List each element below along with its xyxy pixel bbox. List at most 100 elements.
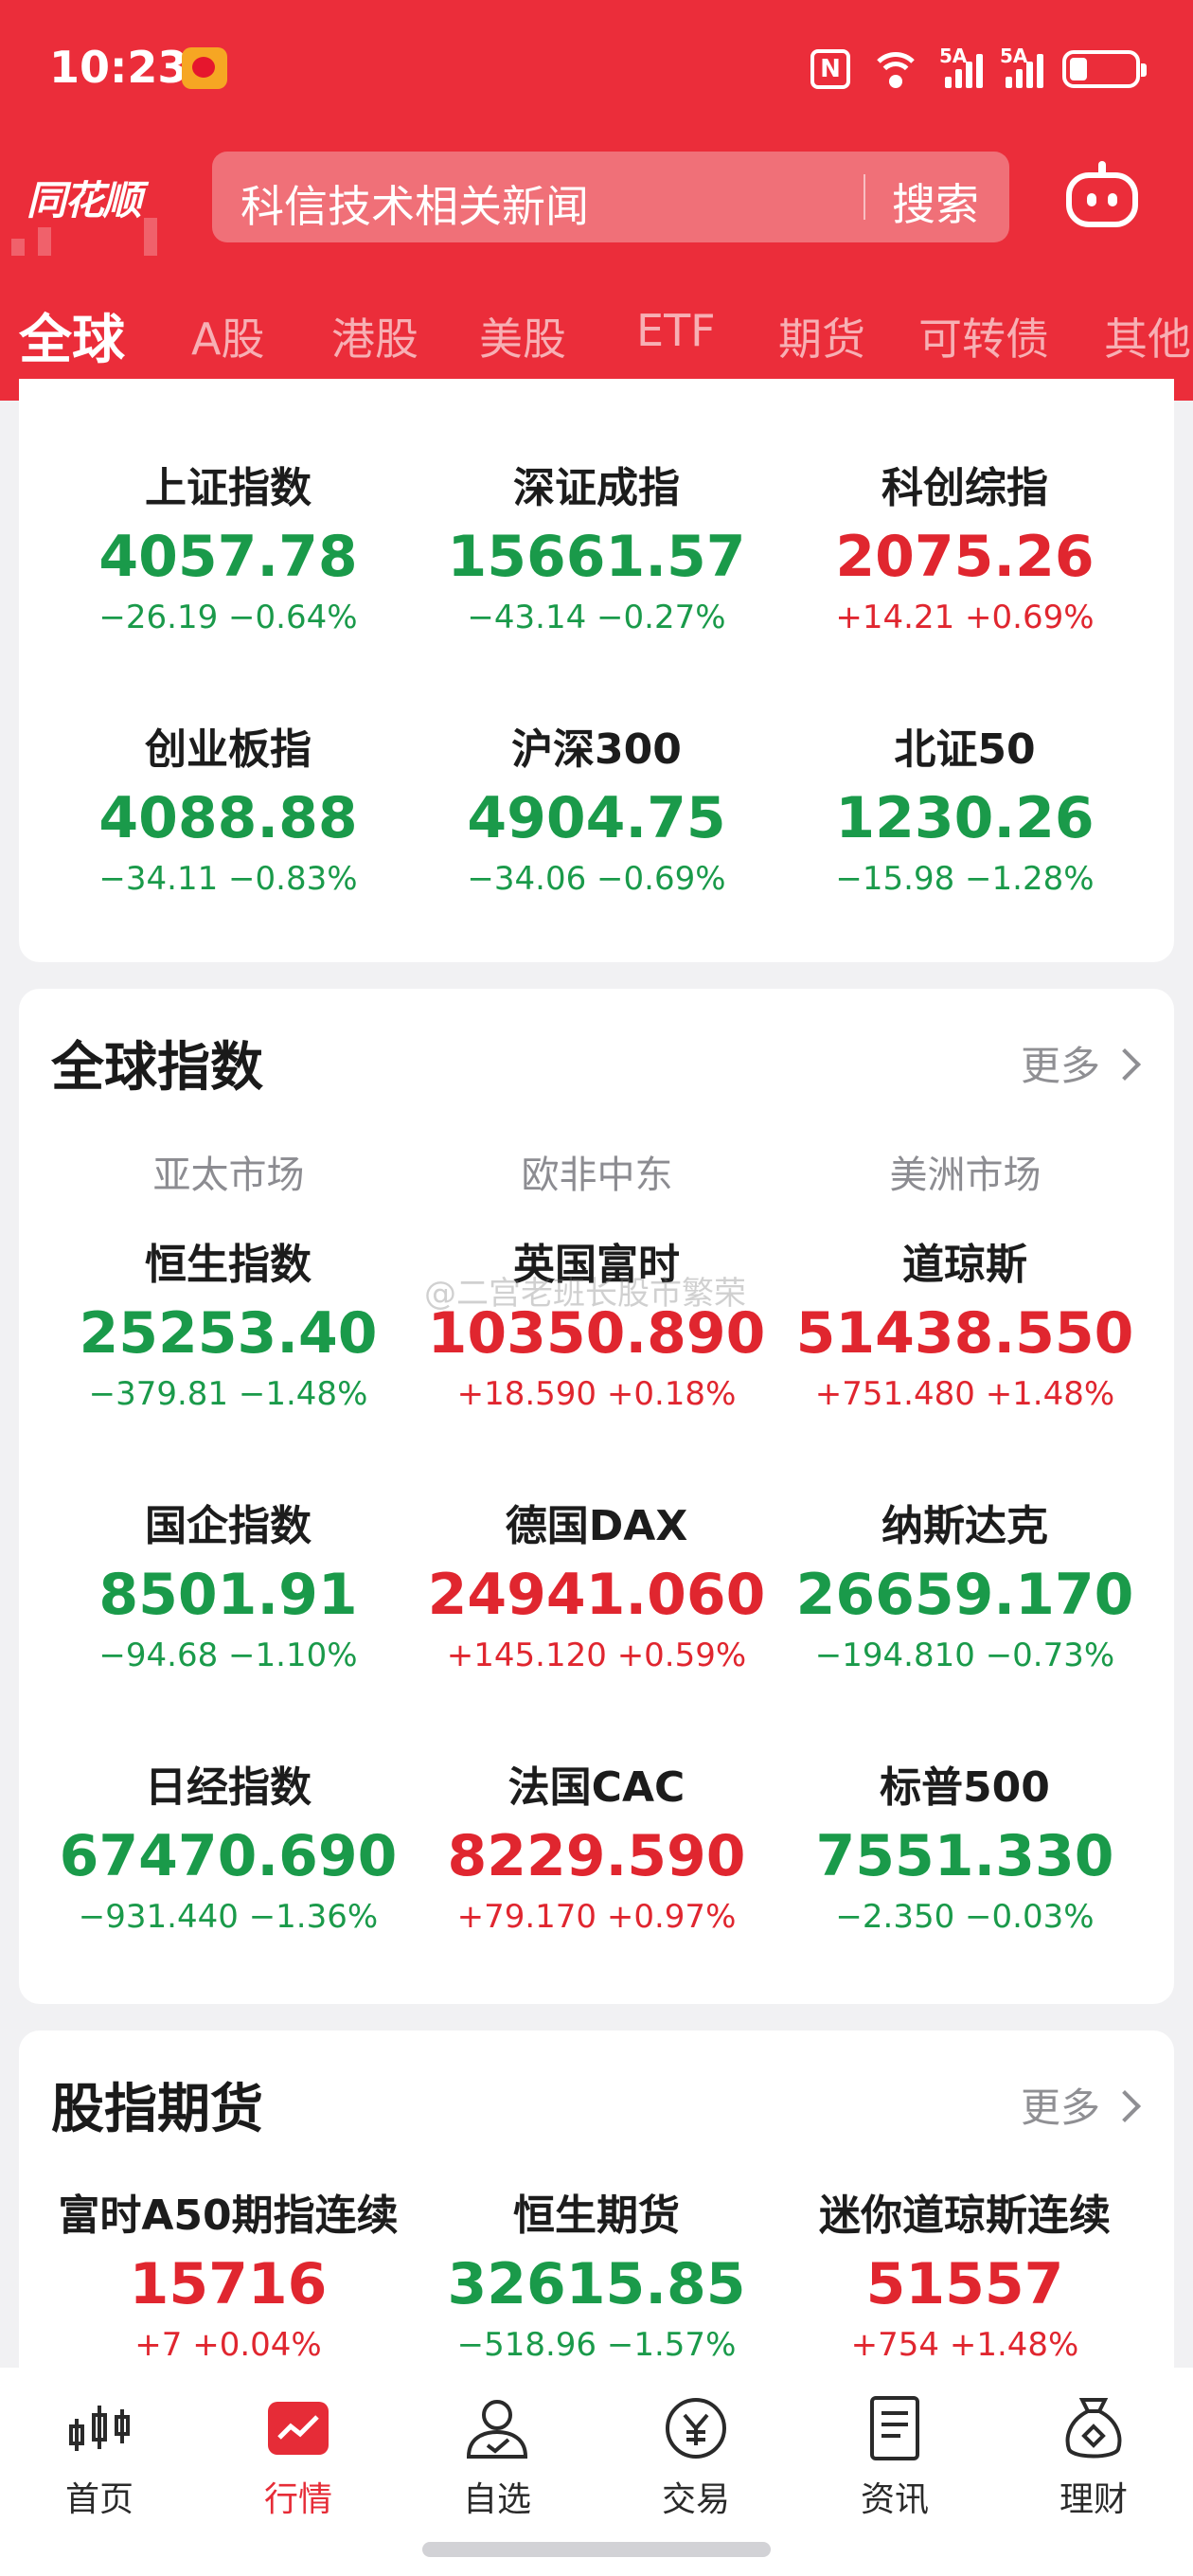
quote-name: 标普500: [880, 1763, 1050, 1812]
app-header: 10:23 N 5A 5A 同花顺 科信技术相关新闻 搜索 全球 A股 港股 美…: [0, 0, 1193, 401]
quote-change: −518.96 −1.57%: [456, 2326, 737, 2364]
quote-name: 恒生指数: [145, 1241, 312, 1289]
signal-label: 5A: [939, 45, 968, 67]
quote-cell[interactable]: 富时A50期指连续 15716 +7 +0.04%: [42, 2190, 415, 2366]
nav-news-label: 资讯: [860, 2480, 929, 2519]
quote-change: −194.810 −0.73%: [814, 1637, 1115, 1674]
global-indices-title: 全球指数: [51, 1037, 263, 1099]
tab-convertible-bonds[interactable]: 可转债: [918, 305, 1049, 367]
signal-icon-2: 5A: [1000, 45, 1043, 88]
quote-price: 26659.170: [795, 1562, 1134, 1628]
robot-assistant-icon[interactable]: [1066, 161, 1138, 227]
quote-change: −2.350 −0.03%: [835, 1898, 1095, 1936]
quote-price: 7551.330: [815, 1823, 1114, 1889]
home-indicator[interactable]: [422, 2542, 771, 2557]
status-bar: 10:23 N 5A 5A: [0, 0, 1193, 133]
user-check-icon: [461, 2392, 533, 2464]
search-input[interactable]: 科信技术相关新闻: [240, 172, 589, 235]
candlestick-icon: [63, 2392, 135, 2464]
quote-price: 8229.590: [447, 1823, 746, 1889]
signal-icon: 5A: [939, 45, 983, 88]
weibo-notification-icon: [182, 47, 227, 89]
quote-name: 创业板指: [145, 725, 312, 774]
quote-cell[interactable]: 纳斯达克 26659.170 −194.810 −0.73%: [778, 1500, 1151, 1676]
futures-more-label: 更多: [1020, 2084, 1100, 2131]
money-bag-icon: [1058, 2392, 1130, 2464]
battery-icon: [1062, 50, 1147, 88]
quote-cell[interactable]: 英国富时 10350.890 +18.590 +0.18%: [410, 1239, 783, 1415]
quote-cell[interactable]: 恒生指数 25253.40 −379.81 −1.48%: [42, 1239, 415, 1415]
quote-change: +79.170 +0.97%: [456, 1898, 737, 1936]
quote-cell[interactable]: 恒生期货 32615.85 −518.96 −1.57%: [410, 2190, 783, 2366]
quote-cell[interactable]: 深证成指 15661.57 −43.14 −0.27%: [410, 462, 783, 638]
quote-change: −34.06 −0.69%: [467, 860, 726, 898]
quote-cell[interactable]: 法国CAC 8229.590 +79.170 +0.97%: [410, 1762, 783, 1938]
nav-home[interactable]: 首页: [0, 2392, 199, 2521]
quote-price: 1230.26: [835, 785, 1095, 851]
quote-price: 4088.88: [98, 785, 358, 851]
nav-market[interactable]: 行情: [199, 2392, 398, 2521]
quote-price: 32615.85: [447, 2251, 746, 2317]
quote-cell[interactable]: 日经指数 67470.690 −931.440 −1.36%: [42, 1762, 415, 1938]
tab-hk-shares[interactable]: 港股: [331, 305, 418, 367]
region-asia-pacific[interactable]: 亚太市场: [36, 1144, 421, 1199]
tab-futures[interactable]: 期货: [778, 305, 865, 367]
quote-name: 富时A50期指连续: [58, 2191, 399, 2240]
quote-change: +14.21 +0.69%: [835, 599, 1095, 636]
quote-cell[interactable]: 沪深300 4904.75 −34.06 −0.69%: [410, 724, 783, 900]
nav-market-label: 行情: [263, 2480, 332, 2519]
search-button[interactable]: 搜索: [892, 170, 979, 233]
quote-change: −931.440 −1.36%: [78, 1898, 379, 1936]
quote-cell[interactable]: 科创综指 2075.26 +14.21 +0.69%: [778, 462, 1151, 638]
quote-change: +751.480 +1.48%: [814, 1375, 1115, 1413]
quote-cell[interactable]: 标普500 7551.330 −2.350 −0.03%: [778, 1762, 1151, 1938]
quote-name: 深证成指: [513, 464, 680, 512]
quote-name: 道琼斯: [902, 1241, 1027, 1289]
quote-change: +18.590 +0.18%: [456, 1375, 737, 1413]
quote-cell[interactable]: 上证指数 4057.78 −26.19 −0.64%: [42, 462, 415, 638]
nav-wealth[interactable]: 理财: [994, 2392, 1193, 2521]
quote-name: 纳斯达克: [881, 1502, 1048, 1550]
region-americas[interactable]: 美洲市场: [773, 1144, 1158, 1199]
quote-price: 67470.690: [59, 1823, 398, 1889]
news-doc-icon: [859, 2392, 931, 2464]
quote-name: 上证指数: [145, 464, 312, 512]
chevron-right-icon: [1109, 2090, 1141, 2122]
quote-name: 北证50: [894, 725, 1036, 774]
quote-cell[interactable]: 创业板指 4088.88 −34.11 −0.83%: [42, 724, 415, 900]
quote-price: 4904.75: [467, 785, 726, 851]
tab-us-shares[interactable]: 美股: [479, 305, 566, 367]
futures-more-link[interactable]: 更多: [1020, 2076, 1141, 2134]
search-bar[interactable]: 科信技术相关新闻 搜索: [212, 152, 1009, 242]
nav-trade[interactable]: 交易: [596, 2392, 795, 2521]
nav-watchlist[interactable]: 自选: [398, 2392, 596, 2521]
tab-others[interactable]: 其他: [1104, 305, 1191, 367]
tab-a-shares[interactable]: A股: [191, 305, 264, 367]
quote-change: +145.120 +0.59%: [446, 1637, 747, 1674]
global-indices-card: 全球指数 更多 亚太市场 欧非中东 美洲市场 恒生指数 25253.40 −379.…: [19, 989, 1174, 2004]
tab-global[interactable]: 全球: [19, 297, 125, 374]
quote-cell[interactable]: 迷你道琼斯连续 51557 +754 +1.48%: [778, 2190, 1151, 2366]
quote-cell[interactable]: 道琼斯 51438.550 +751.480 +1.48%: [778, 1239, 1151, 1415]
market-chart-icon: [262, 2392, 334, 2464]
wifi-icon: [869, 50, 922, 88]
region-europe-africa-middle-east[interactable]: 欧非中东: [404, 1144, 790, 1199]
quote-price: 8501.91: [98, 1562, 358, 1628]
yen-coin-icon: [660, 2392, 732, 2464]
market-tabs: 全球 A股 港股 美股 ETF 期货 可转债 其他: [0, 295, 1193, 381]
nav-news[interactable]: 资讯: [795, 2392, 994, 2521]
nav-trade-label: 交易: [661, 2480, 730, 2519]
quote-price: 2075.26: [835, 524, 1095, 590]
quote-price: 24941.060: [427, 1562, 766, 1628]
quote-cell[interactable]: 德国DAX 24941.060 +145.120 +0.59%: [410, 1500, 783, 1676]
quote-cell[interactable]: 国企指数 8501.91 −94.68 −1.10%: [42, 1500, 415, 1676]
status-time: 10:23: [49, 42, 188, 93]
quote-cell[interactable]: 北证50 1230.26 −15.98 −1.28%: [778, 724, 1151, 900]
quote-change: +7 +0.04%: [134, 2326, 322, 2364]
quote-price: 15716: [129, 2251, 328, 2317]
chevron-right-icon: [1109, 1048, 1141, 1081]
global-more-link[interactable]: 更多: [1021, 1034, 1141, 1092]
app-logo: 同花顺: [27, 177, 142, 224]
quote-name: 日经指数: [145, 1763, 312, 1812]
tab-etf[interactable]: ETF: [636, 305, 716, 356]
